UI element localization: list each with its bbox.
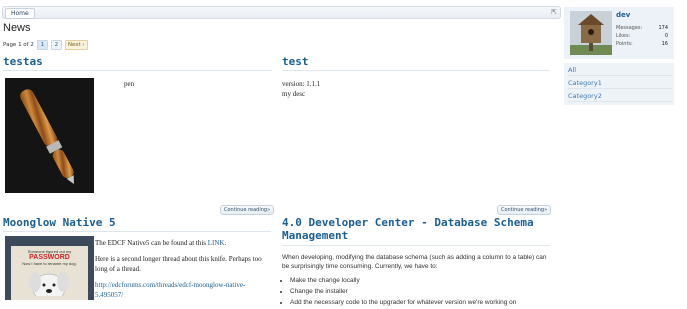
stat-value: 0 <box>664 33 668 39</box>
divider <box>3 231 271 232</box>
pen-image <box>20 89 74 185</box>
divider <box>282 245 550 246</box>
page-title: News <box>3 22 31 34</box>
stat-label: Points: <box>616 41 633 47</box>
stat-value: 16 <box>661 41 668 47</box>
stat-likes: Likes: 0 <box>616 33 668 39</box>
stat-messages: Messages: 174 <box>616 25 668 31</box>
avatar[interactable] <box>570 11 612 55</box>
post-title-developer-center[interactable]: 4.0 Developer Center - Database Schema M… <box>282 216 552 242</box>
post-body-developer-center: When developing, modifying the database … <box>282 253 550 309</box>
breadcrumb: Home ⇱ <box>2 6 561 19</box>
birdhouse-avatar-image <box>570 11 612 55</box>
username-link[interactable]: dev <box>616 11 630 19</box>
post-title-moonglow[interactable]: Moonglow Native 5 <box>3 216 116 229</box>
breadcrumb-home-link[interactable]: Home <box>5 8 35 19</box>
user-info-panel: dev Messages: 174 Likes: 0 Points: 16 <box>564 7 674 59</box>
post-body-moonglow: The EDCF Native5 can be found at this LI… <box>95 238 270 306</box>
thread-url-link[interactable]: http://edcforums.com/threads/edcf-moongl… <box>95 281 245 299</box>
continue-reading-button-testas[interactable]: Continue reading» <box>220 205 275 215</box>
category-2[interactable]: Category2 <box>568 92 672 102</box>
poster-frame: Someone figured out my PASSWORD Now I ha… <box>11 246 88 300</box>
pen-thumbnail[interactable] <box>5 78 94 193</box>
post-body-test: version: 1.1.1 my desc <box>282 79 320 99</box>
thread-link[interactable]: LINK <box>208 239 225 247</box>
list-item: Add the necessary code to the upgrader f… <box>290 298 550 307</box>
page-nav: Page 1 of 2 1 2 Next › <box>3 40 88 50</box>
category-list: All Category1 Category2 <box>564 63 674 105</box>
poster-caption-main: PASSWORD <box>29 254 70 261</box>
divider <box>282 70 550 71</box>
list-item: Make the change locally <box>290 276 550 285</box>
post-body-line: version: 1.1.1 <box>282 80 321 88</box>
dog-illustration <box>29 272 69 300</box>
post-body-testas: pen <box>124 80 135 88</box>
page-link-1[interactable]: 1 <box>36 40 48 50</box>
post-text: The EDCF Native5 can be found at this <box>95 239 208 247</box>
page-link-2[interactable]: 2 <box>50 40 62 50</box>
continue-reading-button-test[interactable]: Continue reading» <box>497 205 552 215</box>
post-title-test[interactable]: test <box>282 55 309 68</box>
post-paragraph: Here is a second longer thread about thi… <box>95 255 262 273</box>
stat-label: Messages: <box>616 25 643 31</box>
stat-points: Points: 16 <box>616 41 668 47</box>
post-text: . <box>224 239 227 247</box>
post-title-testas[interactable]: testas <box>3 55 43 68</box>
external-link-icon[interactable]: ⇱ <box>551 8 557 17</box>
list-item: Change the installer <box>290 287 550 296</box>
password-dog-thumbnail[interactable]: Someone figured out my PASSWORD Now I ha… <box>5 236 94 300</box>
category-1[interactable]: Category1 <box>568 79 672 89</box>
stat-value: 174 <box>658 25 668 31</box>
page-nav-summary: Page 1 of 2 <box>3 42 34 48</box>
stat-label: Likes: <box>616 33 631 39</box>
divider <box>3 70 271 71</box>
category-all[interactable]: All <box>568 66 672 76</box>
next-page-link[interactable]: Next › <box>64 40 88 50</box>
post-body-line: my desc <box>282 90 306 98</box>
post-list: Make the change locally Change the insta… <box>290 276 550 307</box>
post-intro: When developing, modifying the database … <box>282 254 547 270</box>
